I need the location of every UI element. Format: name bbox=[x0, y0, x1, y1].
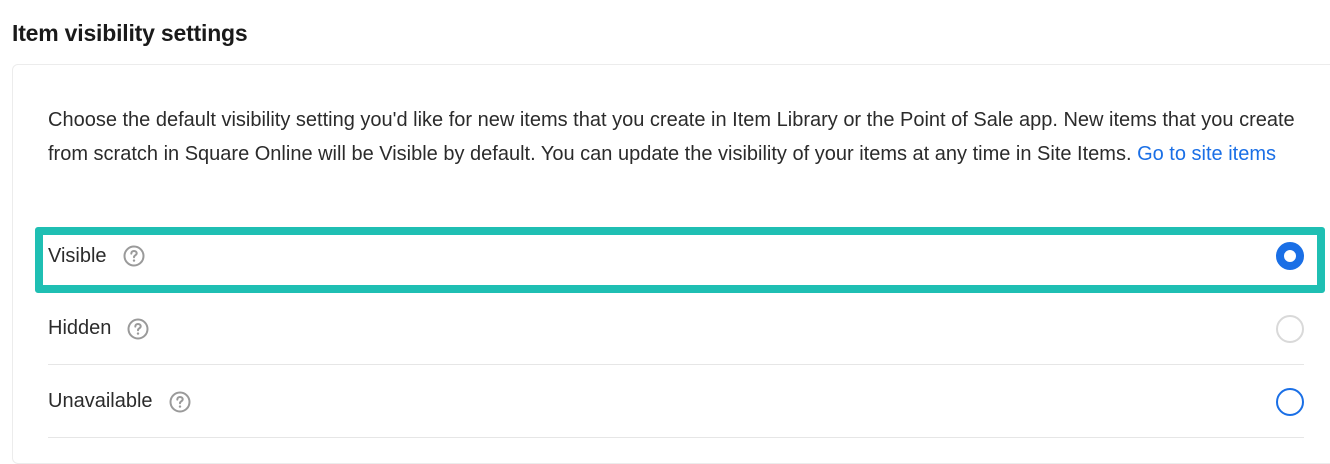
radio-visible[interactable] bbox=[1276, 242, 1304, 270]
help-icon[interactable] bbox=[123, 245, 145, 267]
option-visible[interactable]: Visible bbox=[48, 220, 1304, 292]
description: Choose the default visibility setting yo… bbox=[48, 103, 1298, 171]
radio-unavailable[interactable] bbox=[1276, 387, 1304, 416]
section-title: Item visibility settings bbox=[12, 20, 248, 46]
go-to-site-items-link[interactable]: Go to site items bbox=[1137, 143, 1276, 165]
radio-hidden[interactable] bbox=[1276, 314, 1304, 343]
option-hidden[interactable]: Hidden bbox=[48, 293, 1304, 365]
option-label-hidden: Hidden bbox=[48, 317, 112, 339]
option-unavailable[interactable]: Unavailable bbox=[48, 366, 1304, 438]
help-icon[interactable] bbox=[169, 391, 191, 413]
description-text: Choose the default visibility setting yo… bbox=[48, 109, 1295, 165]
help-icon[interactable] bbox=[127, 318, 149, 340]
option-label-unavailable: Unavailable bbox=[48, 390, 153, 412]
option-label-visible: Visible bbox=[48, 244, 107, 267]
